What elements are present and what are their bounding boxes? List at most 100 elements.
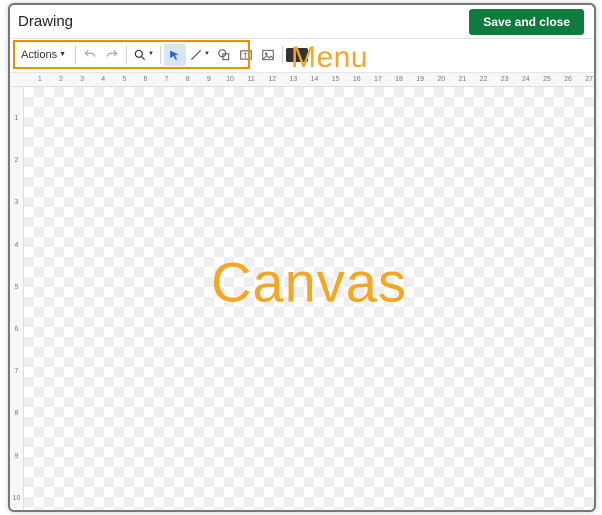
toolbar-separator bbox=[160, 46, 161, 64]
actions-label: Actions bbox=[21, 49, 57, 61]
drawing-canvas[interactable]: Canvas bbox=[24, 87, 594, 510]
ruler-tick: 20 bbox=[436, 76, 447, 87]
toolbar: Actions ▼ ▼ ▼ bbox=[15, 43, 308, 67]
actions-menu-button[interactable]: Actions ▼ bbox=[15, 44, 72, 66]
dialog-header: Drawing Save and close bbox=[10, 5, 594, 39]
ruler-tick bbox=[489, 76, 500, 87]
ruler-tick: 3 bbox=[77, 76, 88, 87]
ruler-tick: 17 bbox=[373, 76, 384, 87]
ruler-tick: 4 bbox=[98, 76, 109, 87]
ruler-tick: 26 bbox=[563, 76, 574, 87]
ruler-tick bbox=[10, 467, 23, 488]
ruler-tick bbox=[447, 76, 458, 87]
chevron-down-icon: ▼ bbox=[204, 51, 210, 57]
ruler-tick: 2 bbox=[10, 150, 23, 171]
ruler-tick: 1 bbox=[10, 108, 23, 129]
ruler-tick bbox=[404, 76, 415, 87]
ruler-tick bbox=[383, 76, 394, 87]
ruler-tick: 9 bbox=[204, 76, 215, 87]
textbox-tool-button[interactable]: T bbox=[235, 44, 257, 66]
horizontal-ruler: 1234567891011121314151617181920212223242… bbox=[10, 73, 594, 87]
toolbar-separator bbox=[126, 46, 127, 64]
ruler-tick: 11 bbox=[246, 76, 257, 87]
ruler-tick: 7 bbox=[10, 361, 23, 382]
ruler-tick: 25 bbox=[542, 76, 553, 87]
ruler-tick: 15 bbox=[330, 76, 341, 87]
ruler-tick: 2 bbox=[56, 76, 67, 87]
ruler-tick bbox=[172, 76, 183, 87]
ruler-tick bbox=[362, 76, 373, 87]
ruler-tick bbox=[425, 76, 436, 87]
ruler-tick bbox=[468, 76, 479, 87]
chevron-down-icon: ▼ bbox=[59, 51, 66, 58]
line-icon bbox=[189, 48, 203, 62]
ruler-tick bbox=[10, 298, 23, 319]
ruler-tick: 10 bbox=[225, 76, 236, 87]
save-and-close-button[interactable]: Save and close bbox=[469, 9, 584, 35]
ruler-tick bbox=[10, 87, 23, 108]
ruler-tick bbox=[320, 76, 331, 87]
ruler-tick bbox=[66, 76, 77, 87]
chevron-down-icon: ▼ bbox=[148, 51, 154, 57]
ruler-tick bbox=[10, 171, 23, 192]
toolbar-separator bbox=[75, 46, 76, 64]
image-icon bbox=[261, 48, 275, 62]
svg-text:T: T bbox=[243, 53, 248, 60]
ruler-tick: 5 bbox=[10, 277, 23, 298]
ruler-tick: 24 bbox=[520, 76, 531, 87]
ruler-tick: 23 bbox=[499, 76, 510, 87]
undo-button[interactable] bbox=[79, 44, 101, 66]
ruler-tick bbox=[10, 129, 23, 150]
ruler-tick: 27 bbox=[584, 76, 594, 87]
ruler-tick: 3 bbox=[10, 192, 23, 213]
ruler-tick: 18 bbox=[394, 76, 405, 87]
image-tool-button[interactable] bbox=[257, 44, 279, 66]
ruler-tick: 9 bbox=[10, 446, 23, 467]
annotation-menu-label: Menu bbox=[291, 41, 368, 75]
ruler-tick bbox=[573, 76, 584, 87]
ruler-tick: 22 bbox=[478, 76, 489, 87]
ruler-tick bbox=[24, 76, 35, 87]
shape-tool-button[interactable] bbox=[213, 44, 235, 66]
annotation-canvas-label: Canvas bbox=[211, 249, 407, 314]
dialog-title: Drawing bbox=[18, 13, 73, 30]
ruler-tick bbox=[10, 256, 23, 277]
ruler-tick bbox=[552, 76, 563, 87]
select-tool-button[interactable] bbox=[164, 44, 186, 66]
ruler-tick: 8 bbox=[182, 76, 193, 87]
ruler-tick bbox=[130, 76, 141, 87]
ruler-tick bbox=[10, 214, 23, 235]
undo-icon bbox=[83, 48, 97, 62]
redo-icon bbox=[105, 48, 119, 62]
ruler-tick bbox=[531, 76, 542, 87]
ruler-tick bbox=[10, 425, 23, 446]
ruler-tick bbox=[235, 76, 246, 87]
ruler-tick bbox=[510, 76, 521, 87]
ruler-tick bbox=[193, 76, 204, 87]
drawing-dialog: Drawing Save and close Actions ▼ ▼ bbox=[8, 3, 596, 512]
ruler-tick: 5 bbox=[119, 76, 130, 87]
toolbar-separator bbox=[282, 46, 283, 64]
ruler-tick bbox=[256, 76, 267, 87]
ruler-tick: 6 bbox=[10, 319, 23, 340]
ruler-tick: 12 bbox=[267, 76, 278, 87]
line-tool-button[interactable]: ▼ bbox=[186, 44, 213, 66]
main-area: 12345678910 Canvas bbox=[10, 87, 594, 510]
zoom-button[interactable]: ▼ bbox=[130, 44, 157, 66]
ruler-tick: 10 bbox=[10, 488, 23, 509]
ruler-tick bbox=[10, 382, 23, 403]
ruler-tick: 14 bbox=[309, 76, 320, 87]
ruler-tick: 4 bbox=[10, 235, 23, 256]
ruler-tick bbox=[214, 76, 225, 87]
ruler-tick: 1 bbox=[35, 76, 46, 87]
redo-button[interactable] bbox=[101, 44, 123, 66]
ruler-tick bbox=[45, 76, 56, 87]
ruler-tick bbox=[278, 76, 289, 87]
ruler-tick: 19 bbox=[415, 76, 426, 87]
ruler-tick: 13 bbox=[288, 76, 299, 87]
ruler-tick bbox=[341, 76, 352, 87]
ruler-tick: 6 bbox=[140, 76, 151, 87]
ruler-tick bbox=[10, 340, 23, 361]
ruler-tick bbox=[151, 76, 162, 87]
ruler-tick: 7 bbox=[161, 76, 172, 87]
